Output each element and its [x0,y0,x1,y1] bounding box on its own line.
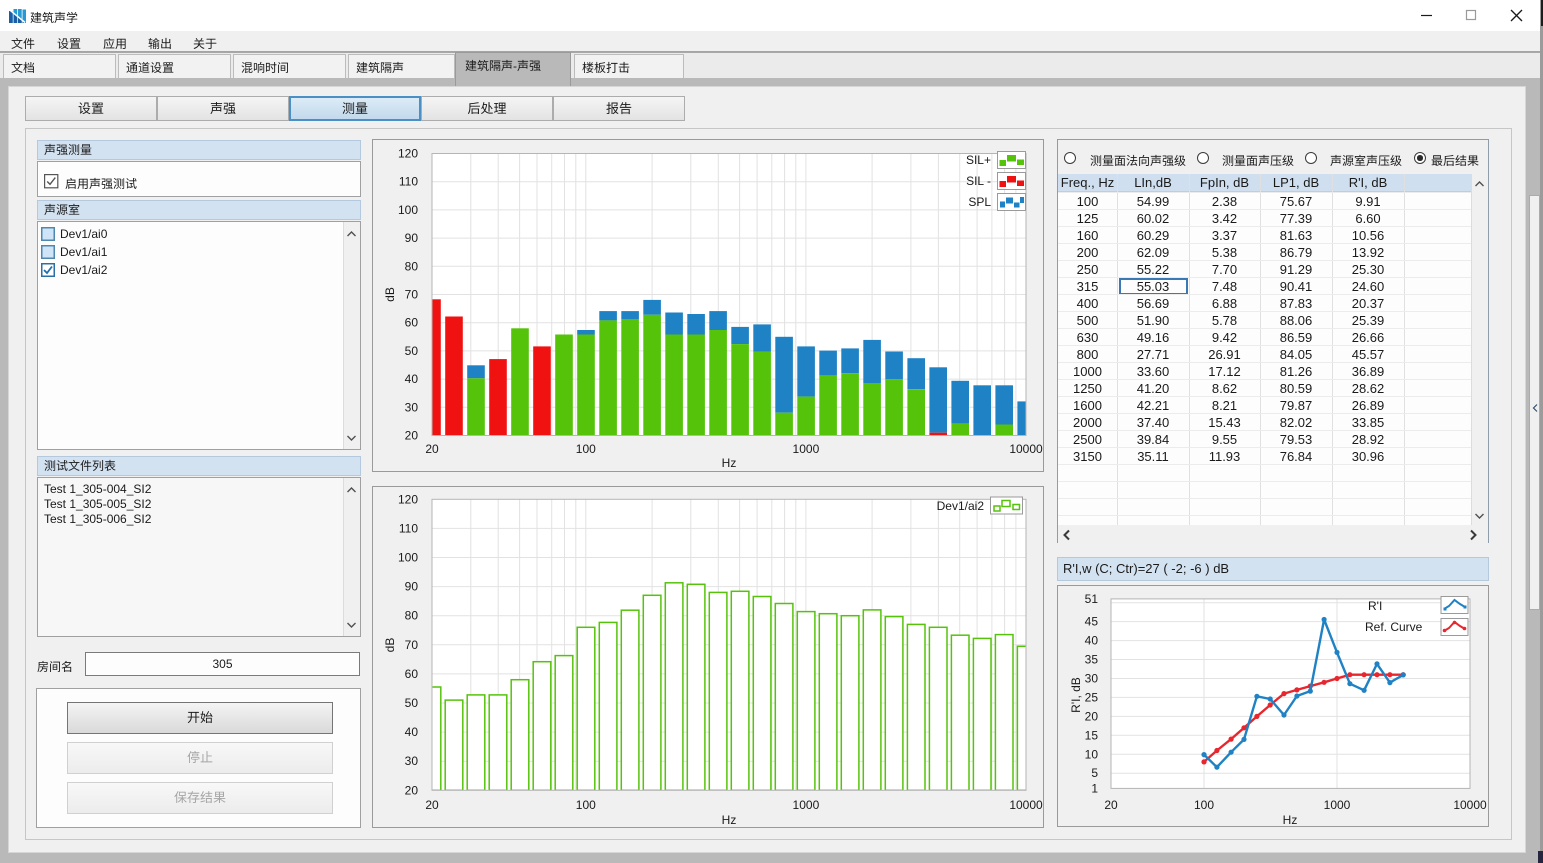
svg-text:dB: dB [383,638,397,653]
svg-text:20: 20 [425,442,439,456]
svg-text:Dev1/ai2: Dev1/ai2 [937,499,985,513]
svg-text:Hz: Hz [722,456,737,470]
svg-text:R'I, dB: R'I, dB [1069,677,1083,713]
svg-text:15: 15 [1085,728,1099,742]
svg-text:30: 30 [405,754,419,768]
svg-text:20: 20 [1085,709,1099,723]
svg-text:25: 25 [1085,690,1099,704]
svg-text:Hz: Hz [1283,813,1298,827]
svg-text:80: 80 [405,259,419,273]
svg-text:110: 110 [399,175,418,189]
svg-text:100: 100 [398,203,418,217]
svg-text:100: 100 [576,442,596,456]
svg-text:110: 110 [399,521,418,535]
svg-text:100: 100 [398,551,418,565]
svg-text:70: 70 [405,288,419,302]
svg-text:30: 30 [1085,672,1099,686]
svg-text:100: 100 [576,798,596,812]
svg-text:50: 50 [405,344,419,358]
svg-text:100: 100 [1194,798,1214,812]
svg-text:40: 40 [1085,634,1099,648]
svg-text:1000: 1000 [793,442,820,456]
svg-text:35: 35 [1085,653,1099,667]
svg-text:120: 120 [398,147,418,161]
svg-text:80: 80 [405,609,419,623]
svg-text:40: 40 [405,725,419,739]
svg-text:SIL -: SIL - [966,174,991,188]
svg-text:10000: 10000 [1453,798,1487,812]
svg-text:40: 40 [405,372,419,386]
svg-text:45: 45 [1085,615,1099,629]
svg-text:90: 90 [405,580,419,594]
svg-text:SIL+: SIL+ [966,153,991,167]
svg-text:120: 120 [398,492,418,506]
svg-text:10000: 10000 [1009,442,1043,456]
svg-text:R'I: R'I [1368,599,1382,613]
svg-text:1: 1 [1091,781,1098,795]
svg-text:1000: 1000 [793,798,820,812]
svg-text:60: 60 [405,316,419,330]
svg-text:dB: dB [383,287,397,302]
svg-text:20: 20 [425,798,439,812]
svg-text:SPL: SPL [968,195,991,209]
svg-text:10000: 10000 [1009,798,1043,812]
svg-text:50: 50 [405,696,419,710]
svg-text:Ref. Curve: Ref. Curve [1365,620,1423,634]
svg-text:30: 30 [405,400,419,414]
svg-text:20: 20 [405,783,419,797]
svg-text:Hz: Hz [722,813,737,827]
svg-text:20: 20 [1104,798,1118,812]
svg-text:70: 70 [405,638,419,652]
svg-text:60: 60 [405,667,419,681]
svg-text:20: 20 [405,429,419,443]
svg-text:51: 51 [1085,592,1099,606]
svg-text:10: 10 [1085,747,1099,761]
svg-text:90: 90 [405,231,419,245]
svg-text:1000: 1000 [1324,798,1351,812]
svg-text:5: 5 [1091,766,1098,780]
